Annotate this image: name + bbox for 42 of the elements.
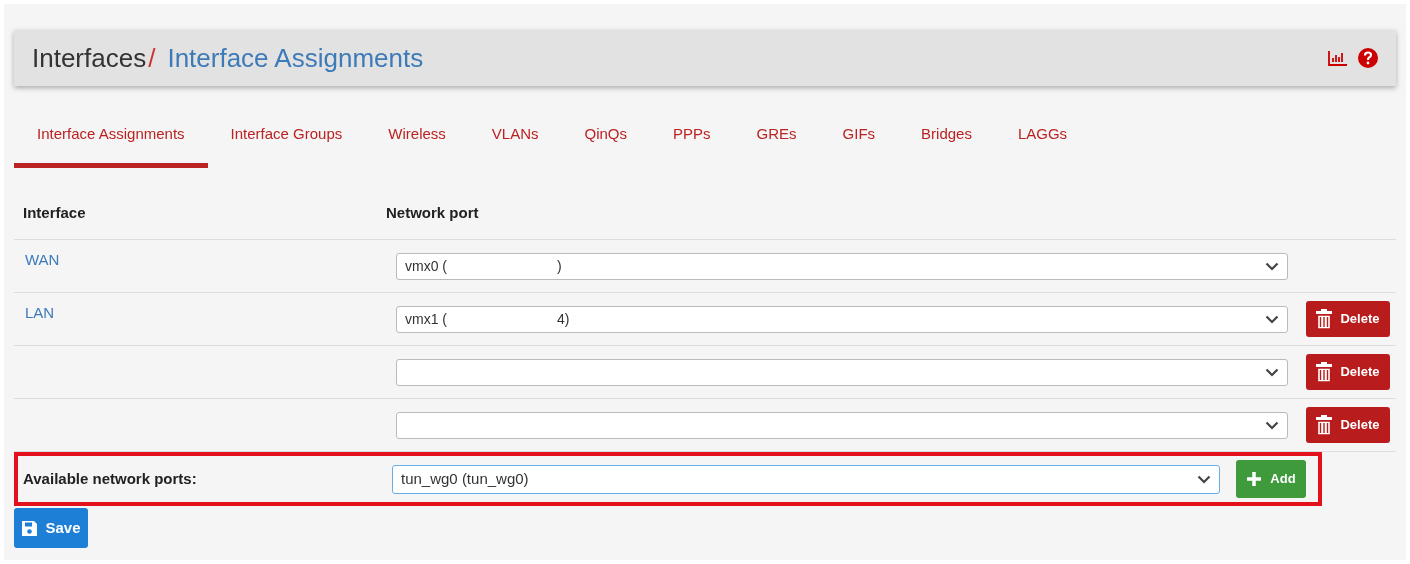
available-ports-label: Available network ports: — [22, 468, 198, 489]
add-button[interactable]: Add — [1236, 460, 1306, 498]
chevron-down-icon — [1265, 367, 1279, 377]
tab[interactable]: GREs — [733, 116, 820, 168]
port-text: tun_wg0 (tun_wg0) — [401, 468, 530, 489]
tab[interactable]: Interface Assignments — [14, 116, 208, 168]
port-select[interactable]: vmx1 ( 4) — [396, 305, 1288, 333]
column-header: Network port — [386, 203, 479, 224]
save-button[interactable]: Save — [14, 508, 88, 548]
delete-button[interactable]: Delete — [1306, 301, 1390, 337]
interface-link[interactable]: WAN — [25, 251, 60, 268]
trash-icon — [1316, 415, 1333, 435]
chevron-down-icon — [1197, 474, 1211, 484]
port-text: vmx0 ( — [405, 256, 447, 276]
port-select[interactable]: tun_wg0 (tun_wg0) — [392, 464, 1220, 494]
delete-button[interactable]: Delete — [1306, 354, 1390, 390]
tab[interactable]: LAGGs — [994, 116, 1091, 168]
port-text: 4) — [557, 309, 570, 329]
chevron-down-icon — [1265, 420, 1279, 430]
plus-icon — [1246, 471, 1263, 487]
chevron-down-icon — [1265, 261, 1279, 271]
help-icon[interactable] — [1358, 48, 1378, 68]
tab[interactable]: PPPs — [650, 116, 734, 168]
port-text: vmx1 ( — [405, 309, 447, 329]
page-title: Interface Assignments — [167, 41, 424, 75]
bar-chart-icon[interactable] — [1328, 50, 1348, 66]
trash-icon — [1316, 362, 1333, 382]
tab[interactable]: VLANs — [468, 116, 562, 168]
chevron-down-icon — [1265, 314, 1279, 324]
tab[interactable]: QinQs — [561, 116, 651, 168]
tab[interactable]: GIFs — [819, 116, 899, 168]
tab[interactable]: Bridges — [898, 116, 995, 168]
breadcrumb-parent[interactable]: Interfaces — [32, 38, 147, 78]
trash-icon — [1316, 309, 1333, 329]
port-text: ) — [557, 256, 562, 276]
column-header: Interface — [22, 203, 87, 224]
port-select[interactable]: vmx0 ( ) — [396, 252, 1288, 280]
interface-link[interactable]: LAN — [25, 304, 55, 321]
delete-button[interactable]: Delete — [1306, 407, 1390, 443]
tab[interactable]: Interface Groups — [207, 116, 366, 168]
tab[interactable]: Wireless — [365, 116, 469, 168]
breadcrumb-separator: / — [148, 41, 156, 75]
